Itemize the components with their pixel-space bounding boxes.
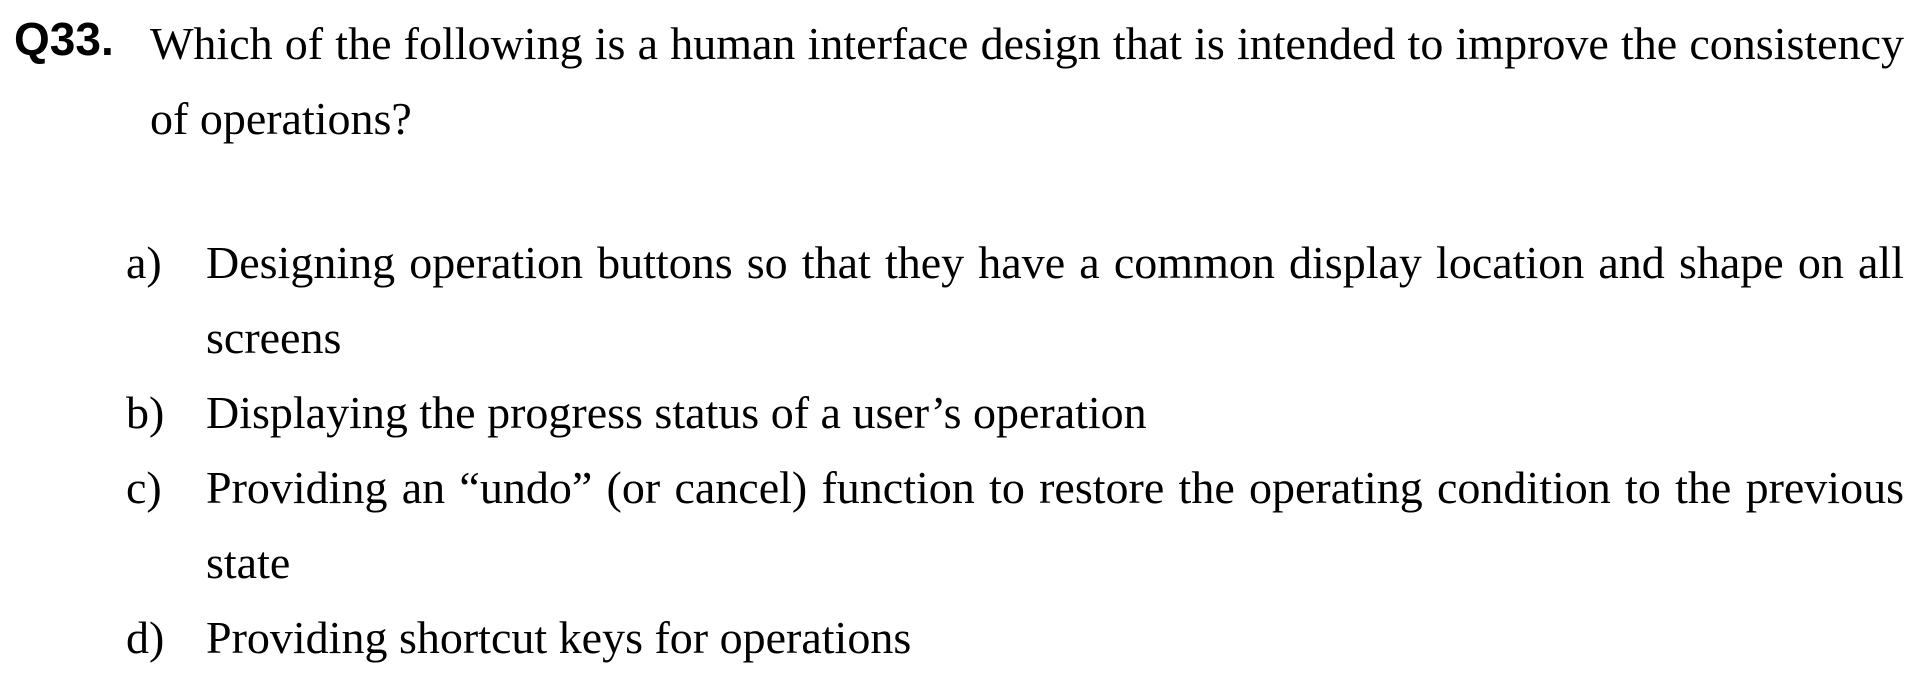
question-text: Which of the following is a human interf… [150,18,1904,144]
option-marker: b) [126,387,165,438]
option-text: Providing an “undo” (or cancel) function… [206,462,1904,588]
option-marker: d) [126,612,165,663]
option-text: Providing shortcut keys for operations [206,612,912,663]
option-marker: c) [126,462,162,513]
option-a: a) Designing operation buttons so that t… [126,225,1904,375]
option-marker: a) [126,237,162,288]
option-d: d) Providing shortcut keys for operation… [126,600,1904,675]
question-number: Q33. [14,13,114,65]
option-c: c) Providing an “undo” (or cancel) funct… [126,450,1904,600]
option-text: Designing operation buttons so that they… [206,237,1904,363]
option-b: b) Displaying the progress status of a u… [126,375,1904,450]
answer-options: a) Designing operation buttons so that t… [126,225,1904,675]
option-text: Displaying the progress status of a user… [206,387,1147,438]
question-page: Q33. Which of the following is a human i… [0,0,1919,679]
